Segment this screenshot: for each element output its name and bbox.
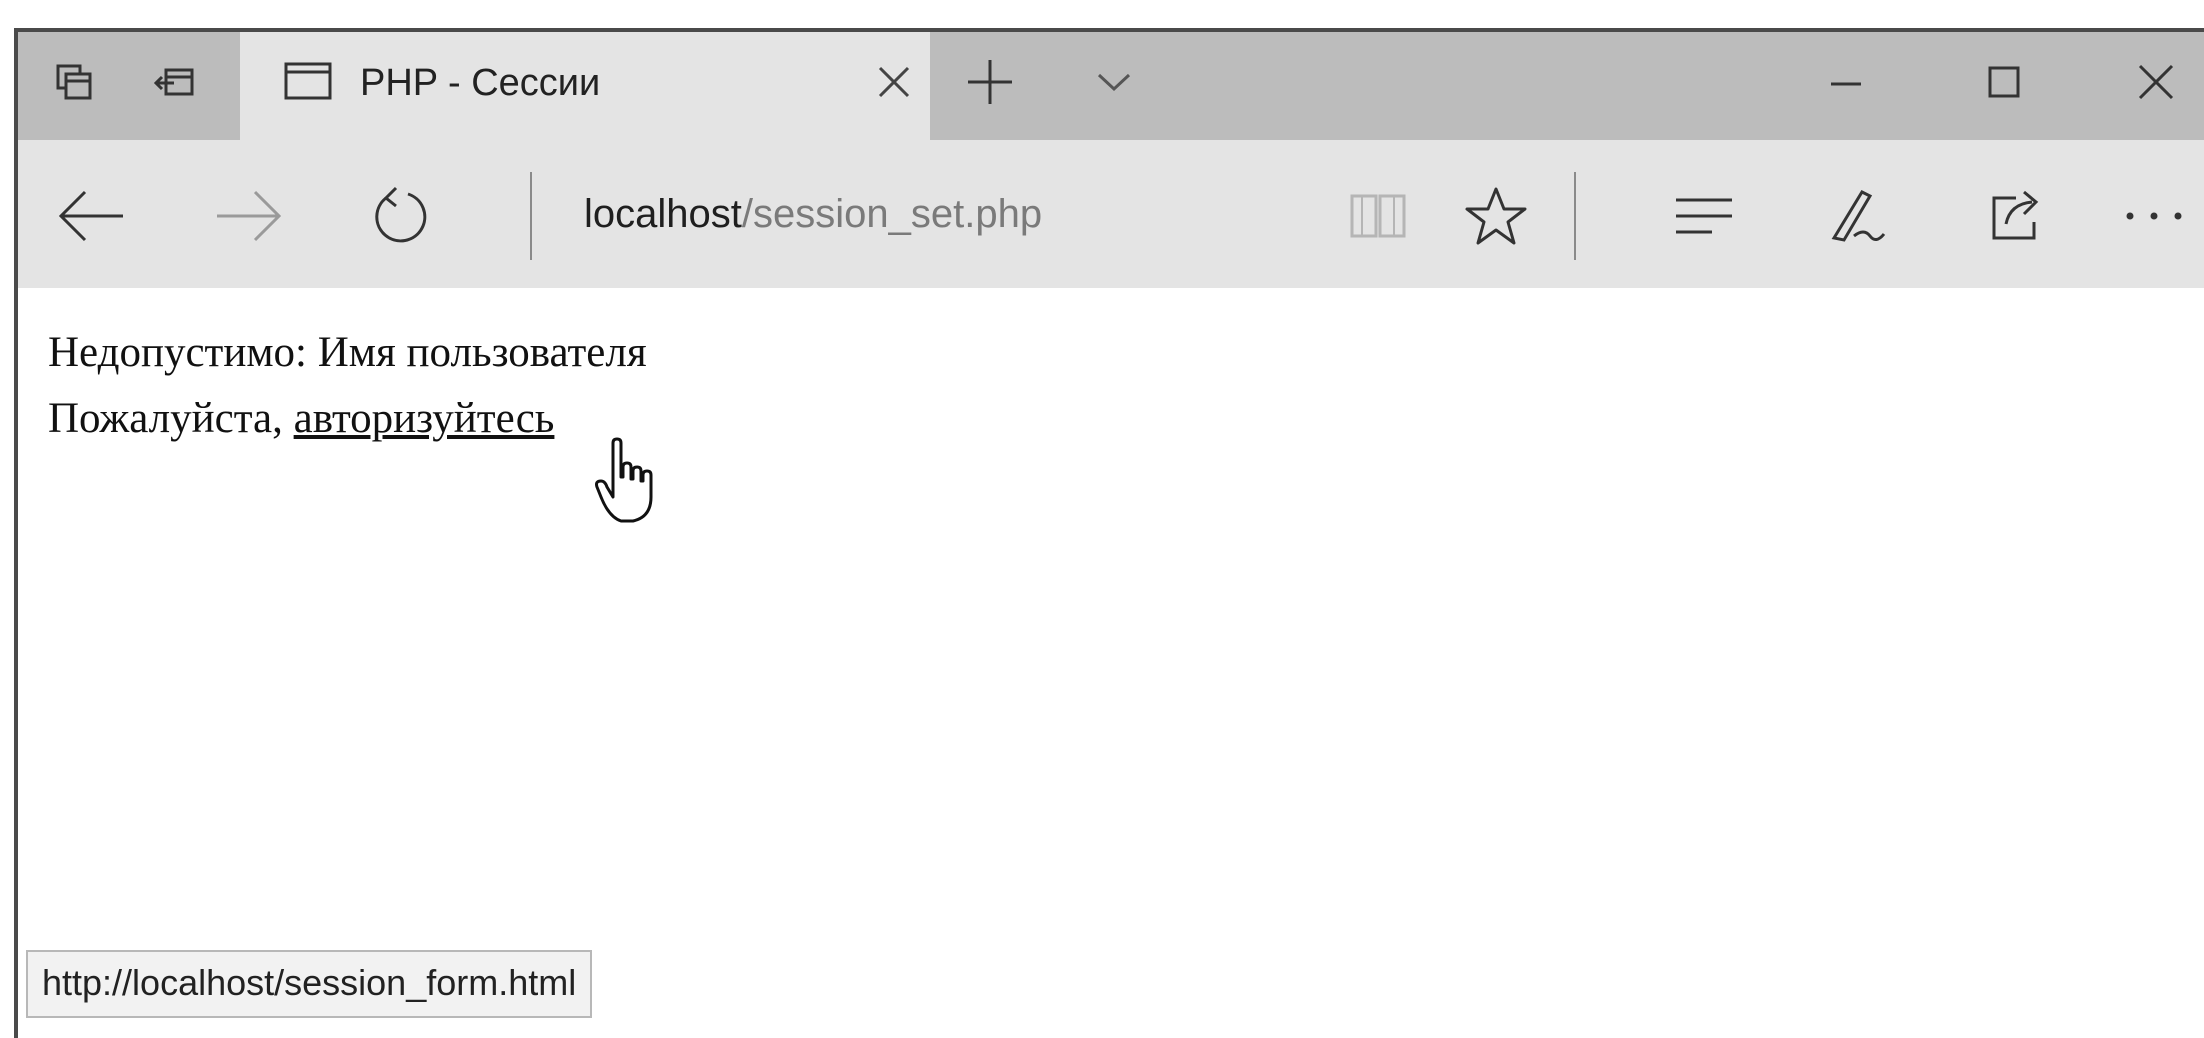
page-content: Недопустимо: Имя пользователя Пожалуйста… (48, 320, 647, 452)
hub-icon[interactable] (1666, 178, 1742, 254)
ellipsis-icon[interactable] (2116, 178, 2192, 254)
set-aside-icon[interactable] (148, 54, 204, 110)
toolbar-divider (530, 172, 532, 260)
forward-arrow-icon[interactable] (210, 178, 286, 254)
share-icon[interactable] (1974, 178, 2050, 254)
pen-icon[interactable] (1818, 178, 1894, 254)
book-icon[interactable] (1340, 178, 1416, 254)
chevron-down-icon[interactable] (1086, 54, 1142, 110)
status-bar-url: http://localhost/session_form.html (26, 950, 593, 1018)
browser-window: PHP - Сессии localhost/session_set.php Н… (14, 28, 2204, 1038)
plus-icon[interactable] (962, 54, 1018, 110)
login-prompt: Пожалуйста, авторизуйтесь (48, 386, 647, 452)
tab-bar: PHP - Сессии (18, 32, 2204, 140)
back-arrow-icon[interactable] (54, 178, 130, 254)
tab-preview-icon[interactable] (46, 54, 102, 110)
close-icon[interactable] (2128, 54, 2184, 110)
login-prompt-text: Пожалуйста, (48, 395, 294, 442)
error-message: Недопустимо: Имя пользователя (48, 329, 647, 376)
star-icon[interactable] (1458, 178, 1534, 254)
page-icon (280, 54, 336, 110)
navigation-toolbar: localhost/session_set.php (18, 140, 2204, 288)
address-path: /session_set.php (741, 192, 1043, 236)
tab-active[interactable]: PHP - Сессии (240, 32, 930, 140)
address-host: localhost (584, 192, 742, 236)
login-link[interactable]: авторизуйтесь (294, 395, 555, 442)
close-tab-icon[interactable] (866, 54, 922, 110)
toolbar-divider-2 (1574, 172, 1576, 260)
address-bar[interactable]: localhost/session_set.php (584, 192, 1042, 237)
hand-cursor-icon (593, 437, 663, 529)
maximize-icon[interactable] (1976, 54, 2032, 110)
tab-title: PHP - Сессии (360, 62, 601, 104)
minimize-icon[interactable] (1818, 54, 1874, 110)
refresh-icon[interactable] (362, 178, 438, 254)
